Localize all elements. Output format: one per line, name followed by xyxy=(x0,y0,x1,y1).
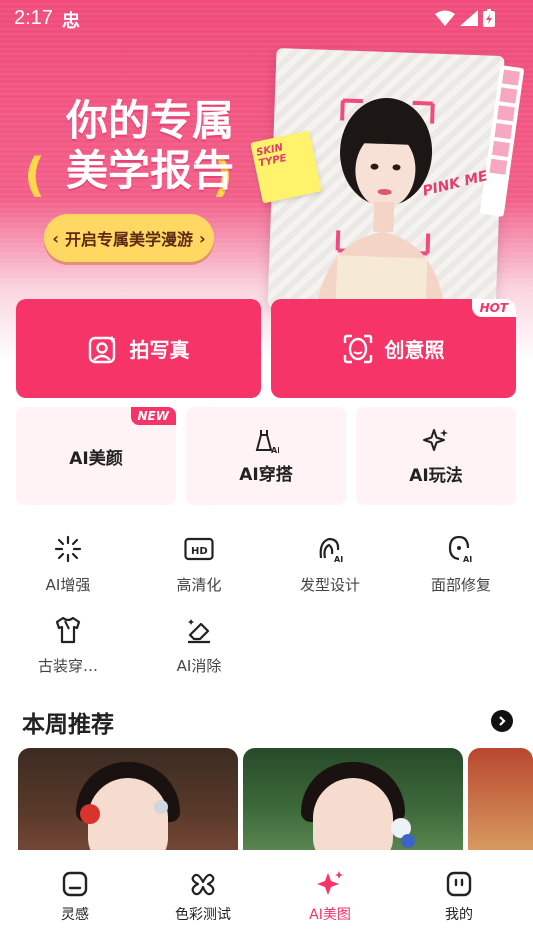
tool-label: AI增强 xyxy=(45,576,91,594)
app-screen: 2:17 忠 SKIN TYPE PINK ME () 你的专属 美学报告 ‹… xyxy=(0,0,533,947)
tool-label: 发型设计 xyxy=(299,576,360,594)
portrait-shoot-button[interactable]: 拍写真 xyxy=(16,299,261,398)
nav-ai-photo[interactable]: AI美图 xyxy=(275,870,385,924)
skin-type-sticker: SKIN TYPE xyxy=(250,130,322,204)
tool-label: AI消除 xyxy=(176,657,222,675)
face-frame-icon xyxy=(343,334,372,363)
ai-play-card[interactable]: AI玩法 xyxy=(356,407,516,505)
recommend-thumbnail[interactable] xyxy=(468,748,533,858)
face-repair-icon: AI xyxy=(448,535,472,564)
thumb-face xyxy=(88,778,168,858)
tool-face-repair[interactable]: AI 面部修复 xyxy=(406,532,516,602)
status-app-glyph: 忠 xyxy=(62,11,80,32)
hero-title: 你的专属 美学报告 xyxy=(50,96,250,196)
status-bar: 2:17 忠 xyxy=(0,0,533,36)
tool-hairstyle[interactable]: AI 发型设计 xyxy=(275,532,385,602)
tool-label: 面部修复 xyxy=(430,576,491,594)
chevron-right-icon xyxy=(499,716,506,726)
hairstyle-ai-icon: AI xyxy=(319,537,343,564)
flower-ornament xyxy=(401,834,415,848)
svg-text:AI: AI xyxy=(271,446,279,454)
status-icons xyxy=(435,9,495,27)
tool-costume[interactable]: 古装穿… xyxy=(13,613,123,683)
recommend-thumbnail[interactable] xyxy=(18,748,238,858)
profile-icon xyxy=(446,871,472,897)
tool-ai-enhance[interactable]: AI增强 xyxy=(13,532,123,602)
signal-icon xyxy=(460,10,478,26)
flower-ornament xyxy=(80,804,100,824)
chevron-left-icon: ‹ xyxy=(52,228,59,248)
tool-ai-erase[interactable]: AI消除 xyxy=(144,613,254,683)
inspiration-icon xyxy=(62,871,88,897)
portrait-camera-icon xyxy=(88,334,116,363)
nav-color-test[interactable]: 色彩测试 xyxy=(148,870,258,924)
nav-profile[interactable]: 我的 xyxy=(404,870,514,924)
creative-photo-label: 创意照 xyxy=(384,338,445,362)
weekly-title: 本周推荐 xyxy=(22,712,114,738)
weekly-more-button[interactable] xyxy=(491,710,513,732)
bottom-nav: 灵感 色彩测试 AI美图 我的 xyxy=(0,850,533,947)
recommend-thumbnail[interactable] xyxy=(243,748,463,858)
hero-cta-label: 开启专属美学漫游 xyxy=(64,230,193,249)
aesthetic-tour-button[interactable]: ‹ 开启专属美学漫游 › xyxy=(44,214,214,262)
nav-label: AI美图 xyxy=(309,907,351,923)
nav-label: 灵感 xyxy=(61,907,89,923)
enhance-icon xyxy=(54,535,82,563)
nav-label: 我的 xyxy=(445,907,473,923)
quote-left-icon: ( xyxy=(24,148,46,202)
ai-outfit-label: AI穿搭 xyxy=(239,464,293,485)
ai-play-label: AI玩法 xyxy=(409,465,463,486)
tool-label: 古装穿… xyxy=(37,657,98,675)
ai-beauty-label: AI美颜 xyxy=(69,448,123,469)
status-time: 2:17 xyxy=(14,7,53,29)
chevron-right-icon: › xyxy=(199,228,206,248)
creative-photo-button[interactable]: 创意照 HOT xyxy=(271,299,516,398)
hero-title-line2: 美学报告 xyxy=(65,146,234,195)
dress-ai-icon: AI xyxy=(255,429,279,454)
hot-badge: HOT xyxy=(471,299,516,317)
hero-title-line1: 你的专属 xyxy=(65,96,234,145)
nav-label: 色彩测试 xyxy=(175,907,231,923)
ai-outfit-card[interactable]: AI AI穿搭 xyxy=(186,407,346,505)
battery-icon xyxy=(483,9,495,27)
svg-text:AI: AI xyxy=(334,555,343,564)
tool-label: 高清化 xyxy=(176,576,222,594)
portrait-image xyxy=(315,97,446,315)
svg-text:HD: HD xyxy=(191,546,208,557)
sparkle-icon xyxy=(423,428,448,451)
thumb-face xyxy=(313,778,393,858)
nav-inspiration[interactable]: 灵感 xyxy=(20,870,130,924)
color-test-icon xyxy=(191,873,215,896)
sticker-text: SKIN TYPE xyxy=(255,142,288,170)
ai-sparkle-icon xyxy=(317,871,343,895)
hd-icon: HD xyxy=(184,537,214,561)
wifi-icon xyxy=(435,10,455,26)
eraser-icon xyxy=(188,619,210,644)
svg-text:AI: AI xyxy=(463,555,472,564)
tool-hd[interactable]: HD 高清化 xyxy=(144,532,254,602)
costume-icon xyxy=(55,616,81,644)
new-badge: NEW xyxy=(130,407,176,425)
ai-beauty-card[interactable]: AI美颜 NEW xyxy=(16,407,176,505)
portrait-shoot-label: 拍写真 xyxy=(129,338,190,362)
hair-ornament xyxy=(154,800,168,814)
